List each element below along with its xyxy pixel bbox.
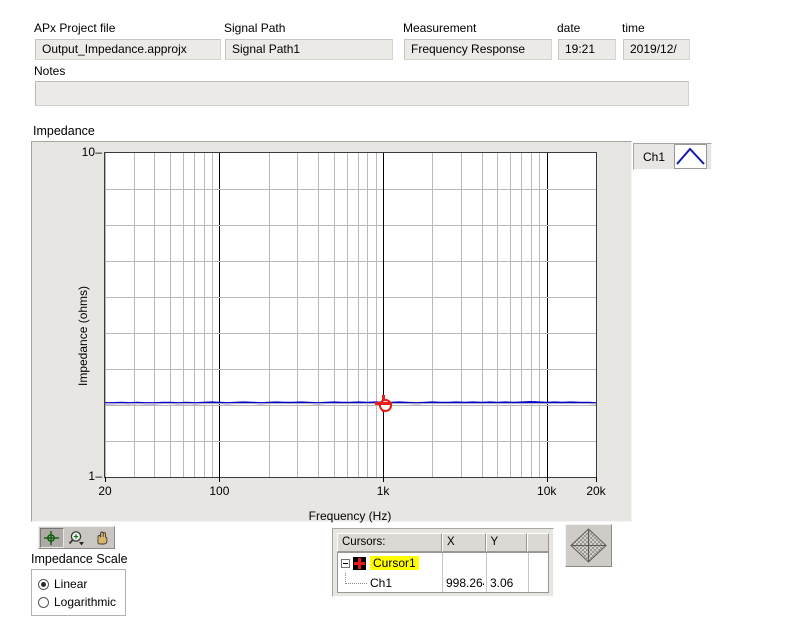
cursors-header-row: Cursors: X Y bbox=[337, 533, 549, 552]
x-tick-1: 100 bbox=[209, 484, 230, 498]
header-label-2: Measurement bbox=[403, 21, 477, 35]
cursors-header-x[interactable]: X bbox=[441, 533, 486, 552]
radio-indicator-linear[interactable] bbox=[38, 578, 49, 590]
header-value-4[interactable]: 2019/12/ bbox=[623, 39, 690, 60]
header-value-2[interactable]: Frequency Response bbox=[404, 39, 552, 60]
peak-line-icon bbox=[676, 147, 705, 165]
x-tick-3: 10k bbox=[537, 484, 557, 498]
pan-hand-tool-button[interactable] bbox=[90, 528, 114, 548]
cursor-crosshair-marker[interactable] bbox=[374, 394, 392, 412]
header-label-1: Signal Path bbox=[224, 21, 286, 35]
x-axis-title: Frequency (Hz) bbox=[308, 509, 392, 523]
radio-option-logarithmic[interactable]: Logarithmic bbox=[38, 595, 116, 609]
crosshair-icon bbox=[44, 530, 59, 545]
zoom-tool-button[interactable] bbox=[65, 528, 89, 548]
x-tick-mark-4 bbox=[596, 477, 597, 482]
cursors-header-y[interactable]: Y bbox=[485, 533, 528, 552]
legend[interactable]: Ch1 bbox=[633, 143, 712, 170]
expander-minus-icon[interactable] bbox=[341, 558, 350, 568]
cursor-ring bbox=[378, 398, 392, 412]
notes-label: Notes bbox=[34, 64, 66, 78]
cursor-marker-icon bbox=[353, 556, 366, 570]
x-tick-mark-1 bbox=[219, 477, 220, 482]
legend-label-ch1: Ch1 bbox=[642, 149, 665, 164]
magnifier-zoom-icon bbox=[68, 530, 84, 545]
cursors-header-spare[interactable] bbox=[527, 533, 549, 552]
x-tick-4: 20k bbox=[586, 484, 606, 498]
cursor-y-value: 3.06 bbox=[490, 576, 514, 590]
cursor-group-row[interactable]: Cursor1 bbox=[338, 553, 548, 573]
radio-label-linear: Linear bbox=[54, 577, 88, 591]
legend-swatch-ch1[interactable] bbox=[674, 144, 707, 169]
y-tick-dash: – bbox=[95, 469, 102, 483]
x-tick-mark-2 bbox=[383, 477, 384, 482]
cursor-group-name[interactable]: Cursor1 bbox=[370, 556, 419, 570]
radio-indicator-logarithmic[interactable] bbox=[38, 596, 49, 608]
x-tick-mark-0 bbox=[105, 477, 106, 482]
gridline-vertical bbox=[596, 153, 597, 477]
header-value-3[interactable]: 19:21 bbox=[558, 39, 616, 60]
header-value-1[interactable]: Signal Path1 bbox=[225, 39, 393, 60]
graph-toolbar[interactable] bbox=[38, 526, 115, 549]
hand-pan-icon bbox=[97, 531, 108, 544]
cursors-panel[interactable]: Cursors: X Y Cursor1 Ch1 998.264 3.06 bbox=[332, 528, 554, 597]
header-label-3: date bbox=[557, 21, 581, 35]
cursors-body[interactable]: Cursor1 Ch1 998.264 3.06 bbox=[337, 552, 549, 593]
cursor-x-value: 998.264 bbox=[446, 576, 484, 590]
radio-label-logarithmic: Logarithmic bbox=[54, 595, 117, 609]
graph-palette[interactable] bbox=[565, 524, 612, 567]
diamond-palette-icon bbox=[570, 528, 607, 563]
impedance-scale-group[interactable]: Linear Logarithmic bbox=[31, 569, 126, 616]
plot-area[interactable] bbox=[104, 152, 597, 478]
x-tick-2: 1k bbox=[376, 484, 390, 498]
cursor-horizontal-line[interactable] bbox=[105, 403, 596, 404]
impedance-scale-label: Impedance Scale bbox=[31, 552, 128, 566]
y-tick-dash: – bbox=[95, 145, 102, 159]
y-tick-text: 10 bbox=[81, 145, 95, 159]
cursors-header-name[interactable]: Cursors: bbox=[337, 533, 442, 552]
apx-impedance-report: APx Project file Output_Impedance.approjx… bbox=[0, 0, 796, 642]
header-label-0: APx Project file bbox=[34, 21, 116, 35]
y-tick-0: 10– bbox=[56, 145, 102, 159]
y-axis-title: Impedance (ohms) bbox=[76, 285, 90, 386]
crosshair-cursor-tool-button[interactable] bbox=[40, 527, 64, 548]
tree-connector-horizontal bbox=[345, 583, 367, 585]
y-tick-1: 1– bbox=[56, 469, 102, 483]
cursor-channel-name: Ch1 bbox=[370, 576, 393, 590]
y-tick-text: 1 bbox=[88, 469, 95, 483]
cursor-vertical-line[interactable] bbox=[383, 153, 384, 477]
x-tick-mark-3 bbox=[547, 477, 548, 482]
trace-ch1 bbox=[105, 153, 596, 477]
graph-title: Impedance bbox=[33, 124, 95, 138]
radio-option-linear[interactable]: Linear bbox=[38, 577, 87, 591]
header-label-4: time bbox=[622, 21, 645, 35]
notes-input[interactable] bbox=[35, 81, 689, 106]
x-tick-0: 20 bbox=[98, 484, 112, 498]
cursor-channel-row[interactable]: Ch1 998.264 3.06 bbox=[338, 573, 548, 592]
header-value-0[interactable]: Output_Impedance.approjx bbox=[35, 39, 221, 60]
